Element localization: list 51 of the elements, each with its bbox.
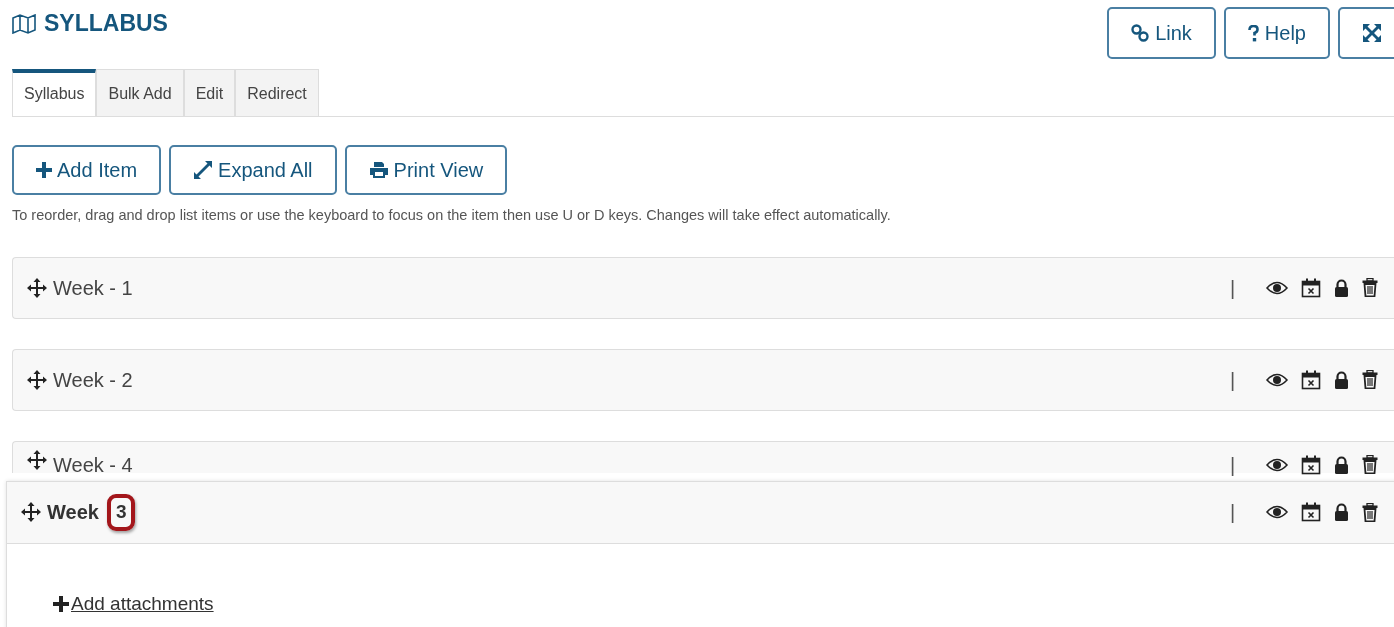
instructions-text: To reorder, drag and drop list items or use the keyboard to focus on the item then use U or D keys. Changes will take effect automatically. [12,206,892,225]
eye-icon[interactable] [1266,280,1289,295]
move-icon[interactable] [27,449,47,470]
item-title: Week - 1 [53,275,133,301]
separator: | [1230,367,1236,393]
list-item-panel[interactable]: Week - 2 | [12,348,1394,411]
page-title: SYLLABUS [44,10,168,38]
separator: | [1230,275,1236,301]
calendar-icon[interactable] [1301,277,1322,298]
tab[interactable]: Bulk Add [96,69,184,116]
expand-all-button[interactable]: Expand All [169,145,337,195]
item-number: 3 [106,494,136,531]
trash-icon[interactable] [1362,502,1379,522]
lock-icon[interactable] [1334,503,1350,522]
move-icon[interactable] [21,502,41,523]
item-title: Week [47,500,99,526]
trash-icon[interactable] [1362,455,1379,475]
lock-icon[interactable] [1334,370,1350,389]
eye-icon[interactable] [1266,457,1289,472]
lock-icon[interactable] [1334,455,1350,474]
tab[interactable]: Syllabus [12,69,97,116]
expand-button[interactable] [1338,7,1394,59]
calendar-icon[interactable] [1301,454,1322,475]
calendar-icon[interactable] [1301,369,1322,390]
print-view-button[interactable]: Print View [344,145,508,195]
map-icon [12,13,36,34]
add-item-button[interactable]: Add Item [12,145,162,195]
question-mark-icon [1247,24,1259,42]
plus-icon [53,596,69,612]
tab[interactable]: Edit [183,69,236,116]
trash-icon[interactable] [1362,370,1379,390]
trash-icon[interactable] [1362,278,1379,298]
calendar-icon[interactable] [1301,502,1322,523]
eye-icon[interactable] [1266,505,1289,520]
separator: | [1230,500,1236,526]
add-attachments-link[interactable]: Add attachments [53,589,214,619]
link-button[interactable]: Link [1107,7,1216,59]
move-icon[interactable] [27,369,47,390]
help-button[interactable]: Help [1223,7,1330,59]
expand-icon [1362,23,1382,43]
printer-icon [368,161,389,179]
diagonal-arrows-icon [193,160,214,180]
dragged-item-panel[interactable]: Week 3 | Add attachments [6,480,1394,627]
move-icon[interactable] [27,277,47,298]
lock-icon[interactable] [1334,278,1350,297]
eye-icon[interactable] [1266,372,1289,387]
link-icon [1131,24,1150,42]
list-item-panel[interactable]: Week - 1 | [12,256,1394,319]
plus-icon [36,162,52,178]
tab[interactable]: Redirect [235,69,319,116]
item-title: Week - 2 [53,367,133,393]
